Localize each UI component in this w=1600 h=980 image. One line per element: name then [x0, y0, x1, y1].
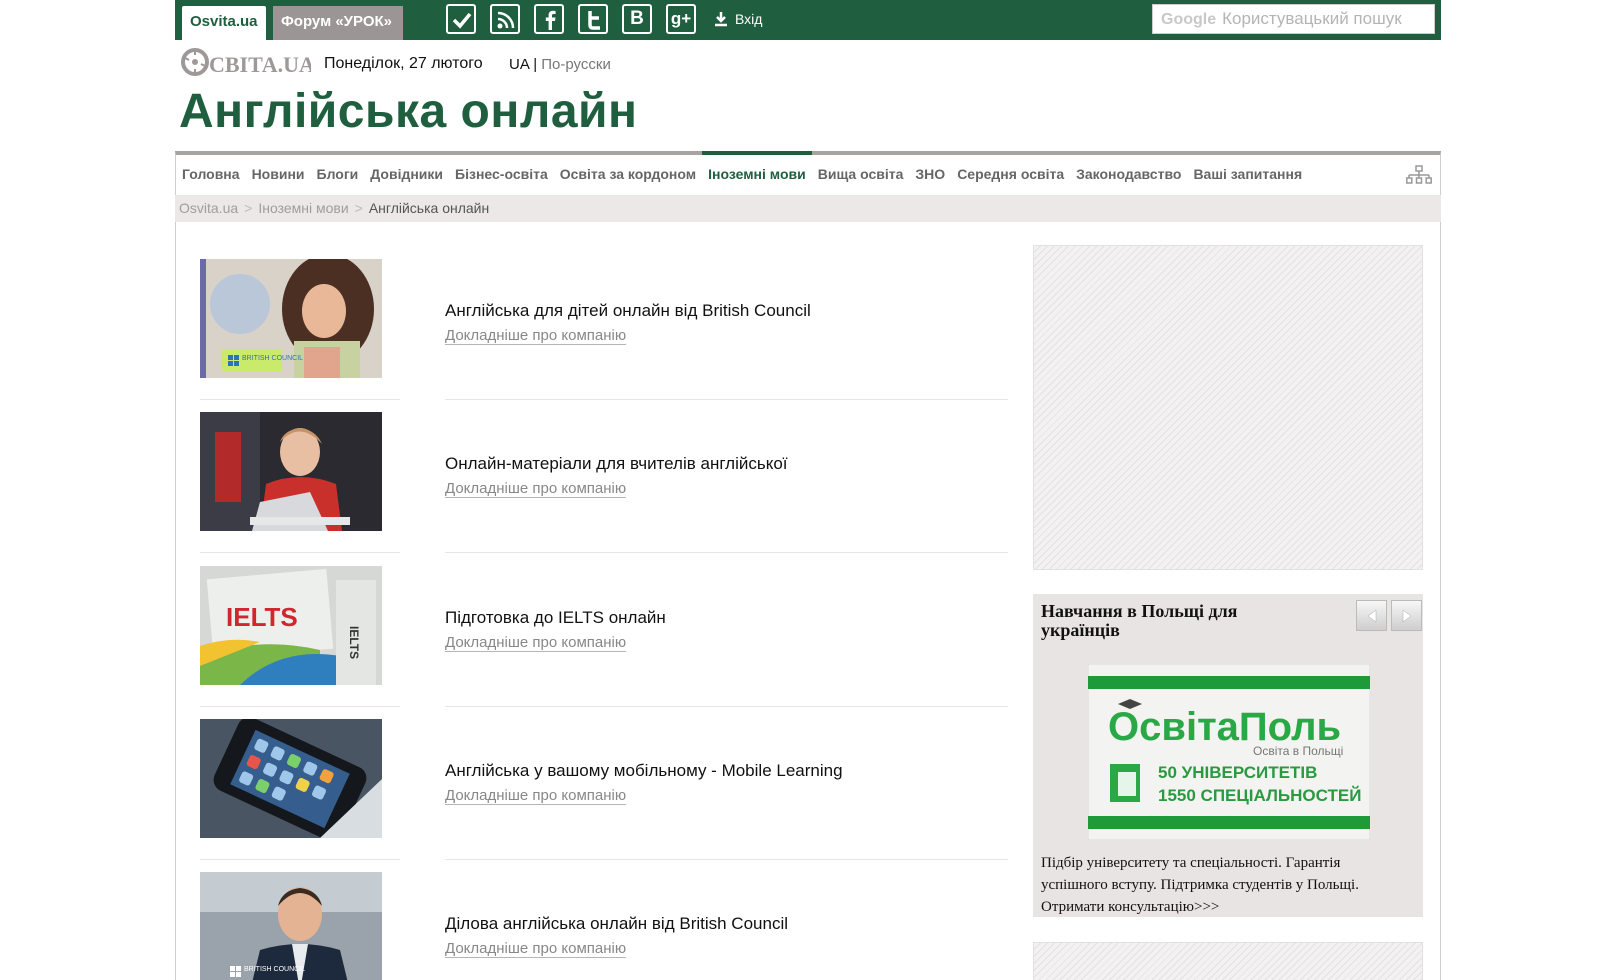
banner-brand-sub: Освіта в Польщі [1253, 744, 1343, 758]
item-more-link[interactable]: Докладніше про компанію [445, 787, 627, 805]
google-plus-letter: g+ [670, 9, 692, 28]
item-title[interactable]: Ділова англійська онлайн від British Cou… [445, 914, 788, 934]
google-plus-icon[interactable]: g+ [666, 4, 696, 34]
item-title[interactable]: Онлайн-матеріали для вчителів англійсько… [445, 454, 788, 474]
rss-icon[interactable] [490, 4, 520, 34]
ad-placeholder [1033, 942, 1423, 980]
promo-title[interactable]: Навчання в Польщі для українців [1041, 602, 1301, 640]
item-thumbnail[interactable]: BRITISH COUNCIL [200, 872, 382, 980]
divider [445, 399, 1008, 400]
vkontakte-letter: B [630, 8, 644, 29]
item-title[interactable]: Англійська у вашому мобільному - Mobile … [445, 761, 843, 781]
breadcrumb-foreign-languages[interactable]: Іноземні мови [258, 200, 348, 216]
nav-item-foreign-languages[interactable]: Іноземні мови [702, 151, 812, 195]
breadcrumb: Osvita.ua > Іноземні мови > Англійська онлай… [175, 195, 1441, 222]
nav-item-secondary-education[interactable]: Середня освіта [951, 155, 1070, 195]
sitemap-icon[interactable] [1406, 165, 1432, 185]
lang-current: UA [509, 56, 530, 73]
list-item: BRITISH COUNCIL Англійська для дітей онл… [200, 259, 1010, 412]
arrow-left-icon [1367, 609, 1377, 623]
divider [445, 859, 1008, 860]
item-thumbnail[interactable] [200, 719, 382, 838]
prev-button[interactable] [1356, 600, 1387, 631]
nav-item-your-questions[interactable]: Ваші запитання [1187, 155, 1308, 195]
item-thumbnail[interactable] [200, 412, 382, 531]
next-button[interactable] [1391, 600, 1422, 631]
divider [200, 552, 400, 553]
arrow-right-icon [1402, 609, 1412, 623]
thumbnail-caption: BRITISH COUNCIL [244, 966, 305, 973]
list-item: Онлайн-матеріали для вчителів англійсько… [200, 412, 1010, 565]
nav-item-blogs[interactable]: Блоги [311, 155, 365, 195]
lang-russian-link[interactable]: По-русски [541, 56, 611, 73]
nav-items: Головна Новини Блоги Довідники Бізнес-ос… [176, 151, 1308, 195]
site-logo[interactable]: СВІТА.UA [181, 46, 315, 78]
lang-divider: | [533, 56, 538, 73]
divider [200, 706, 400, 707]
nav-item-business-education[interactable]: Бізнес-освіта [449, 155, 554, 195]
list-item: BRITISH COUNCIL Ділова англійська онлайн… [200, 872, 1010, 980]
item-title[interactable]: Підготовка до IELTS онлайн [445, 608, 666, 628]
breadcrumb-home[interactable]: Osvita.ua [179, 200, 238, 216]
search-placeholder: Користувацький пошук [1222, 9, 1402, 28]
login-link[interactable]: Вхід [713, 9, 762, 29]
thumbnail-caption: IELTS [226, 602, 298, 632]
twitter-icon[interactable] [578, 4, 608, 34]
divider [200, 859, 400, 860]
svg-text:СВІТА.UA: СВІТА.UA [209, 52, 311, 77]
item-more-link[interactable]: Докладніше про компанію [445, 480, 627, 498]
nav-item-study-abroad[interactable]: Освіта за кордоном [554, 155, 702, 195]
page-title: Англійська онлайн [179, 85, 638, 138]
item-more-link[interactable]: Докладніше про компанію [445, 940, 627, 958]
item-thumbnail[interactable]: IELTS IELTS [200, 566, 382, 685]
download-icon [715, 12, 727, 27]
login-label: Вхід [735, 11, 763, 27]
nav-item-zno[interactable]: ЗНО [909, 155, 951, 195]
list-item: IELTS IELTS Підготовка до IELTS онлайн Д… [200, 566, 1010, 719]
promo-box: Навчання в Польщі для українців ОсвітаПо… [1033, 594, 1423, 917]
nav-item-legislation[interactable]: Законодавство [1070, 155, 1187, 195]
item-more-link[interactable]: Докладніше про компанію [445, 327, 627, 345]
nav-item-higher-education[interactable]: Вища освіта [812, 155, 910, 195]
facebook-icon[interactable] [534, 4, 564, 34]
divider [200, 399, 400, 400]
item-more-link[interactable]: Докладніше про компанію [445, 634, 627, 652]
thumbnail-caption: BRITISH COUNCIL [242, 355, 303, 362]
banner-line-2: 1550 СПЕЦІАЛЬНОСТЕЙ [1158, 786, 1361, 805]
current-date: Понеділок, 27 лютого [324, 55, 483, 72]
breadcrumb-current: Англійська онлайн [368, 200, 490, 216]
vkontakte-icon[interactable]: B [622, 4, 652, 34]
search-input[interactable]: Google Користувацький пошук [1152, 4, 1435, 34]
check-icon[interactable] [446, 4, 476, 34]
tab-forum[interactable]: Форум «УРОК» [273, 6, 403, 40]
thumbnail-side-caption: IELTS [347, 626, 361, 659]
top-bar: Osvita.ua Форум «УРОК» B g+ Вхід Google К… [175, 0, 1441, 40]
nav-item-news[interactable]: Новини [246, 155, 311, 195]
item-title[interactable]: Англійська для дітей онлайн від British … [445, 301, 811, 321]
nav-item-guides[interactable]: Довідники [364, 155, 449, 195]
divider [445, 706, 1008, 707]
item-thumbnail[interactable]: BRITISH COUNCIL [200, 259, 382, 378]
banner-line-1: 50 УНІВЕРСИТЕТІВ [1158, 763, 1317, 782]
google-logo: Google [1161, 11, 1217, 28]
breadcrumb-separator: > [244, 200, 253, 216]
divider [445, 552, 1008, 553]
main-nav: Головна Новини Блоги Довідники Бізнес-ос… [175, 151, 1441, 195]
promo-banner[interactable]: ОсвітаПоль Освіта в Польщі 50 УНІВЕРСИТЕ… [1087, 663, 1371, 841]
list-item: Англійська у вашому мобільному - Mobile … [200, 719, 1010, 872]
banner-brand: ОсвітаПоль [1108, 705, 1341, 749]
ad-placeholder [1033, 245, 1423, 570]
tab-osvita[interactable]: Osvita.ua [182, 6, 266, 40]
language-switch: UA | По-русски [509, 56, 611, 73]
nav-item-home[interactable]: Головна [176, 155, 246, 195]
breadcrumb-separator: > [354, 200, 363, 216]
promo-text[interactable]: Підбір університету та спеціальності. Га… [1041, 852, 1401, 918]
